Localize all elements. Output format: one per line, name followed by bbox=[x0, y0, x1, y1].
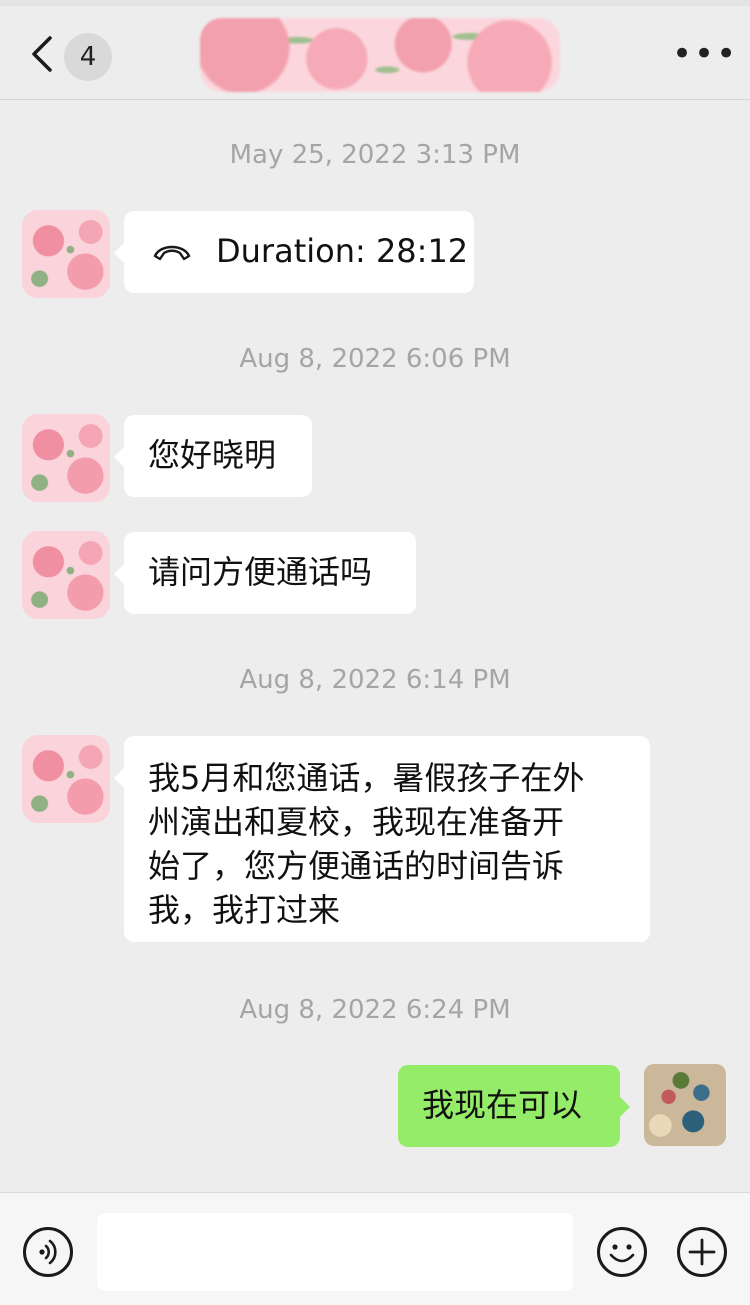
contact-avatar[interactable] bbox=[22, 414, 110, 502]
timestamp: Aug 8, 2022 6:06 PM bbox=[239, 344, 511, 374]
timestamp: May 25, 2022 3:13 PM bbox=[229, 140, 521, 170]
contact-avatar[interactable] bbox=[22, 210, 110, 298]
emoji-icon bbox=[609, 1244, 635, 1263]
back-chevron-icon bbox=[32, 36, 52, 72]
timestamp: Aug 8, 2022 6:14 PM bbox=[239, 665, 511, 695]
message-line: 我5月和您通话，暑假孩子在外 bbox=[148, 759, 585, 797]
voice-icon bbox=[39, 1239, 57, 1265]
message-line: 我，我打过来 bbox=[148, 891, 341, 929]
contact-avatar[interactable] bbox=[22, 735, 110, 823]
contact-avatar[interactable] bbox=[22, 531, 110, 619]
call-record-bubble[interactable]: Duration: 28:12 bbox=[114, 211, 474, 293]
message-bubble[interactable]: 请问方便通话吗 bbox=[114, 532, 416, 614]
phone-hangup-icon bbox=[153, 245, 191, 261]
unread-count-badge: 4 bbox=[64, 33, 112, 81]
status-bar bbox=[0, 0, 750, 6]
message-bubble[interactable]: 我5月和您通话，暑假孩子在外 州演出和夏校，我现在准备开 始了，您方便通话的时间… bbox=[114, 736, 650, 942]
input-bar bbox=[0, 1192, 750, 1305]
back-button[interactable]: 4 bbox=[28, 30, 118, 81]
chat-title-redacted bbox=[200, 18, 560, 92]
chat-header: 4 ••• bbox=[0, 0, 750, 100]
voice-button[interactable] bbox=[23, 1227, 73, 1277]
outgoing-message-bubble[interactable]: 我现在可以 bbox=[398, 1065, 630, 1147]
more-icon[interactable]: ••• bbox=[672, 36, 736, 72]
message-bubble[interactable]: 您好晓明 bbox=[114, 415, 312, 497]
message-input[interactable] bbox=[97, 1213, 573, 1291]
message-line: 始了，您方便通话的时间告诉 bbox=[148, 847, 565, 885]
timestamp: Aug 8, 2022 6:24 PM bbox=[239, 995, 511, 1025]
emoji-button[interactable] bbox=[597, 1227, 647, 1277]
my-avatar[interactable] bbox=[644, 1064, 726, 1146]
call-duration: Duration: 28:12 bbox=[216, 232, 469, 270]
more-functions-button[interactable] bbox=[677, 1227, 727, 1277]
message-line: 州演出和夏校，我现在准备开 bbox=[148, 803, 565, 841]
plus-icon bbox=[688, 1238, 716, 1266]
